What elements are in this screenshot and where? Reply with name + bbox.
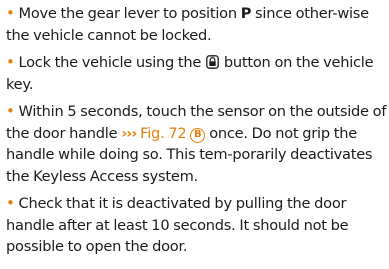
gear-position-p: P (240, 5, 252, 22)
figure-reference-label: Fig. 72 (136, 124, 191, 142)
step-text: Check that it is deactivated by pulling … (6, 195, 349, 255)
step-touch-sensor: • Within 5 seconds, touch the sensor on … (6, 101, 389, 187)
bullet-icon: • (6, 194, 15, 212)
step-lock-vehicle: • Lock the vehicle using the button on t… (6, 52, 389, 95)
figure-callout-badge: B (190, 127, 206, 143)
reference-arrows-icon: ››› (121, 124, 137, 142)
bullet-icon: • (6, 102, 15, 120)
lock-button-icon (206, 55, 219, 69)
bullet-icon: • (6, 4, 15, 22)
instruction-page: • Move the gear lever to position P sinc… (0, 0, 389, 269)
step-shift-to-park: • Move the gear lever to position P sinc… (6, 0, 389, 46)
step-text: Move the gear lever to position (14, 5, 241, 22)
step-text: Lock the vehicle using the (14, 54, 206, 71)
figure-reference-link[interactable]: ››› Fig. 72 B (121, 124, 206, 143)
bullet-icon: • (6, 53, 15, 71)
step-check-deactivated: • Check that it is deactivated by pullin… (6, 193, 389, 258)
